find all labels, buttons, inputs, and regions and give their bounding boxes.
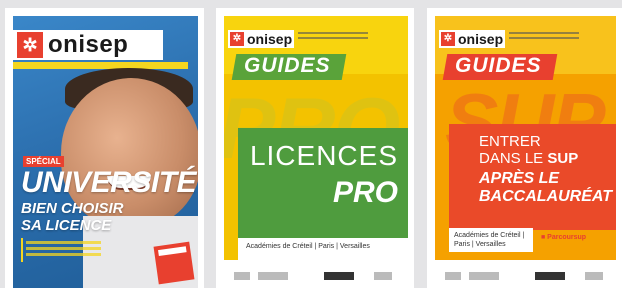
onisep-mark-icon: ✲ bbox=[441, 32, 455, 46]
publication-card-entrer-dans-le-sup[interactable]: ✲ onisep GUIDES SUP ENTRER DANS LE SUP A… bbox=[427, 8, 622, 288]
cover-title-line2: PRO bbox=[332, 176, 398, 209]
cover-footer bbox=[224, 260, 408, 288]
onisep-logo: ✲ onisep bbox=[228, 30, 294, 48]
series-label: GUIDES bbox=[455, 54, 542, 77]
header-fine-print bbox=[509, 32, 579, 42]
cover-title-line1: ENTRER bbox=[479, 133, 541, 150]
title-panel: LICENCES PRO bbox=[238, 128, 408, 238]
publication-card-licences-pro[interactable]: ✲ onisep GUIDES PRO LICENCES PRO Académi… bbox=[216, 8, 414, 288]
cover-entrer-dans-le-sup[interactable]: ✲ onisep GUIDES SUP ENTRER DANS LE SUP A… bbox=[435, 16, 616, 288]
brand-name: onisep bbox=[247, 31, 293, 47]
title-panel: ENTRER DANS LE SUP APRÈS LE BACCALAURÉAT bbox=[449, 124, 616, 230]
cover-title-line3: APRÈS LE bbox=[479, 170, 560, 187]
publication-shelf: ✲ onisep SPÉCIAL UNIVERSITÉ BIEN CHOISIR… bbox=[0, 0, 622, 288]
series-label: GUIDES bbox=[244, 54, 331, 77]
cover-title: UNIVERSITÉ bbox=[21, 166, 197, 199]
cover-subtitle: BIEN CHOISIR SA LICENCE bbox=[21, 200, 124, 234]
academies-label: Académies de Créteil | Paris | Versaille… bbox=[449, 228, 533, 252]
brand-name: onisep bbox=[48, 31, 129, 58]
brand-name: onisep bbox=[458, 31, 504, 47]
onisep-mark-icon: ✲ bbox=[230, 32, 244, 46]
cover-title-line1: LICENCES bbox=[249, 140, 398, 171]
onisep-mark-icon: ✲ bbox=[17, 32, 43, 58]
publication-card-universite[interactable]: ✲ onisep SPÉCIAL UNIVERSITÉ BIEN CHOISIR… bbox=[5, 8, 204, 288]
cover-footer bbox=[435, 260, 616, 288]
tagline-strip bbox=[13, 62, 188, 69]
cover-title-line4: BACCALAURÉAT bbox=[479, 188, 613, 205]
cover-sticker bbox=[153, 241, 195, 285]
parcoursup-badge: ■ Parcoursup bbox=[541, 234, 587, 241]
header-fine-print bbox=[298, 32, 368, 42]
cover-title-line2: DANS LE SUP bbox=[479, 150, 579, 167]
cover-licences-pro[interactable]: ✲ onisep GUIDES PRO LICENCES PRO Académi… bbox=[224, 16, 408, 288]
onisep-logo: ✲ onisep bbox=[13, 30, 163, 60]
academies-label: Académies de Créteil | Paris | Versaille… bbox=[238, 238, 408, 260]
cover-blurb bbox=[21, 238, 101, 262]
onisep-logo: ✲ onisep bbox=[439, 30, 505, 48]
cover-universite[interactable]: ✲ onisep SPÉCIAL UNIVERSITÉ BIEN CHOISIR… bbox=[13, 16, 198, 288]
